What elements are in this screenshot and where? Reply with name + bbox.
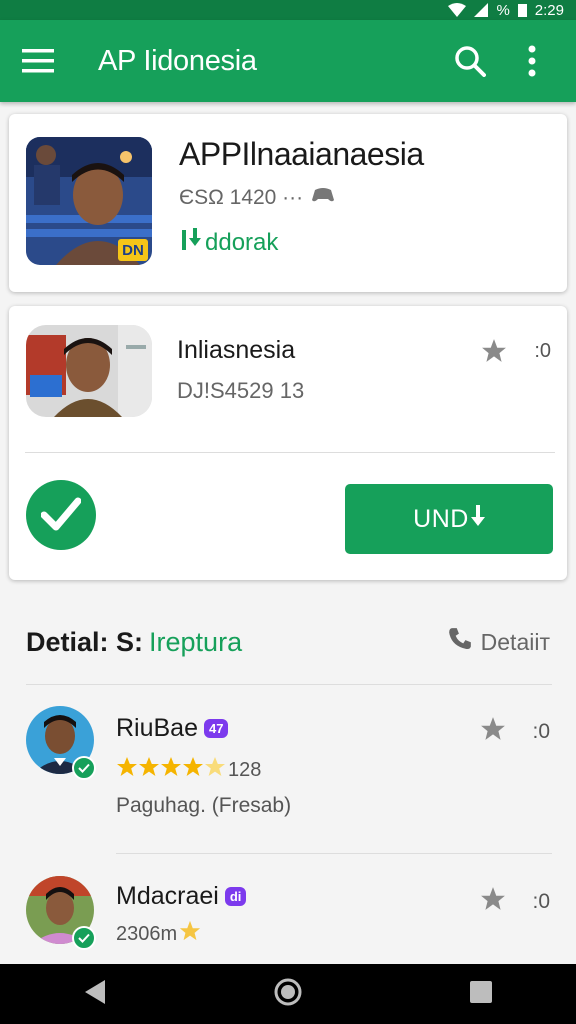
review-item[interactable]: Mdacraei di 2306m :0	[0, 870, 576, 964]
reviewer-name-text: Mdacraei	[116, 882, 219, 910]
menu-icon[interactable]	[18, 41, 58, 81]
download-arrow-icon	[179, 226, 201, 259]
reviewer-name: RiuBae 47	[116, 714, 229, 743]
gamepad-icon	[311, 186, 335, 210]
star-icon[interactable]	[480, 716, 506, 747]
star-rating-icon	[116, 756, 226, 784]
download-icon	[470, 504, 485, 534]
review-count: :0	[532, 720, 550, 743]
divider	[25, 452, 555, 453]
install-label: UND	[413, 504, 469, 533]
review-count: :0	[532, 890, 550, 913]
app-card-install: Inliasnesia DJ!S4529 13 :0 UND	[9, 306, 567, 580]
review-subtitle: Paguhag. (Fresab)	[116, 794, 292, 817]
app-title-featured: APPIlnaaianaesia	[179, 136, 424, 172]
app-thumbnail-2	[26, 325, 152, 417]
divider	[26, 684, 552, 685]
phone-icon	[447, 626, 473, 658]
reviewer-name: Mdacraei di	[116, 882, 247, 911]
rating-text: 2306m	[116, 922, 178, 945]
sparkle-icon	[179, 920, 201, 948]
wifi-icon	[448, 3, 467, 17]
star-icon[interactable]	[480, 886, 506, 917]
rating-text: 128	[228, 758, 262, 781]
rating-count: :0	[534, 340, 551, 362]
details-link-label: Detaiiт	[480, 628, 550, 655]
star-icon[interactable]	[481, 338, 507, 369]
details-label: Detial: S:	[26, 626, 144, 657]
download-label: ddorak	[205, 228, 279, 256]
app-title: AP Iidonesia	[98, 44, 257, 77]
reviewer-tag: di	[224, 887, 247, 906]
download-status: ddorak	[179, 226, 278, 259]
rating-row: 128	[116, 756, 261, 784]
system-nav-bar	[0, 964, 576, 1024]
install-button[interactable]: UND	[345, 484, 553, 554]
back-icon[interactable]	[83, 979, 107, 1010]
app-card-featured[interactable]: DN APPIlnaaianaesia ЄSΩ 1420 ··· ddorak	[9, 114, 567, 292]
recents-icon[interactable]	[469, 980, 493, 1009]
search-icon[interactable]	[450, 41, 490, 81]
details-row: Detial: S: Ireptura Detaiiт	[26, 620, 550, 664]
battery-icon	[517, 3, 527, 17]
reviewer-name-text: RiuBae	[116, 714, 198, 742]
home-icon[interactable]	[273, 977, 303, 1012]
app-thumbnail: DN	[26, 137, 152, 265]
rating-row: 2306m	[116, 920, 201, 948]
verified-icon	[72, 756, 96, 780]
details-link[interactable]: Detaiiт	[447, 626, 550, 658]
app-bar: AP Iidonesia	[0, 20, 576, 102]
app-title-2: Inliasnesia	[177, 336, 296, 364]
check-icon[interactable]	[26, 480, 96, 550]
verified-icon	[72, 926, 96, 950]
more-vert-icon[interactable]	[512, 41, 552, 81]
battery-percent: %	[496, 1, 510, 19]
app-subtitle-2: DJ!S4529 13	[177, 378, 305, 403]
reviewer-tag: 47	[204, 719, 229, 738]
status-bar: % 2:29	[0, 0, 576, 20]
review-item[interactable]: RiuBae 47 128 Paguhag. (Fresab) :0	[0, 700, 576, 850]
app-meta-text: ЄSΩ 1420 ···	[179, 186, 304, 209]
details-value[interactable]: Ireptura	[149, 627, 242, 658]
status-time: 2:29	[534, 1, 564, 19]
thumbnail-badge: DN	[118, 239, 148, 261]
app-meta: ЄSΩ 1420 ···	[179, 186, 335, 210]
divider	[116, 853, 552, 854]
signal-icon	[474, 3, 489, 17]
